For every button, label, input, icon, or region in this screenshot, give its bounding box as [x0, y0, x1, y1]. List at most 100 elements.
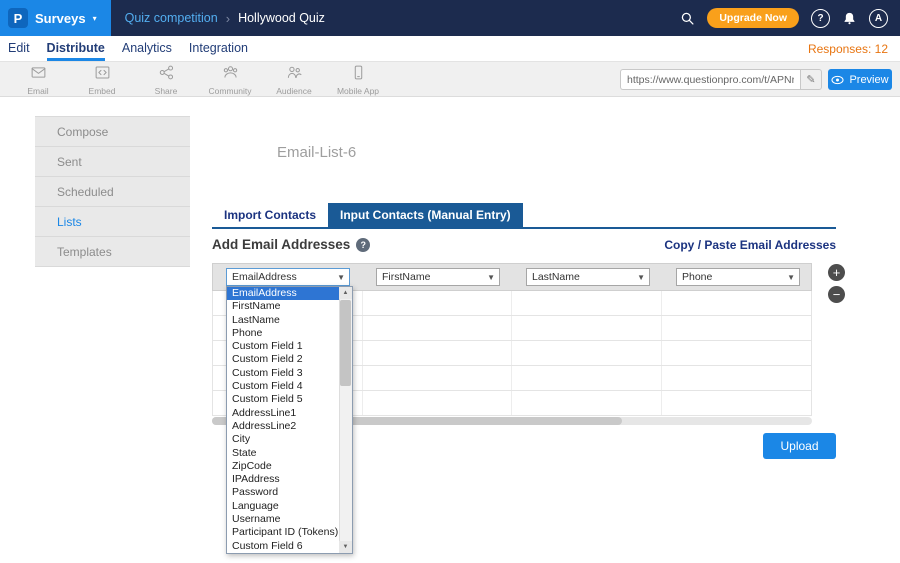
tab-import-contacts[interactable]: Import Contacts — [212, 203, 328, 227]
chevron-down-icon: ▾ — [93, 14, 97, 23]
table-cell[interactable] — [512, 316, 662, 340]
dropdown-option[interactable]: Custom Field 2 — [227, 353, 339, 366]
breadcrumb-parent[interactable]: Quiz competition — [125, 11, 218, 25]
logo-letter: P — [14, 11, 23, 26]
table-cell[interactable] — [512, 391, 662, 415]
sidebar-item-compose[interactable]: Compose — [35, 117, 190, 147]
mobile-app-icon — [350, 64, 367, 86]
tabs-underline — [212, 227, 836, 229]
column-select-last-name[interactable]: LastName ▼ — [526, 268, 650, 286]
scroll-down-icon[interactable]: ▼ — [339, 541, 352, 553]
page-title: Email-List-6 — [277, 144, 356, 161]
distribute-toolbar: Email Embed Share Community Audience Mob… — [0, 62, 900, 97]
dropdown-option[interactable]: FirstName — [227, 300, 339, 313]
tab-input-contacts-manual[interactable]: Input Contacts (Manual Entry) — [328, 203, 523, 227]
eye-icon — [831, 75, 844, 85]
dropdown-option[interactable]: Custom Field 5 — [227, 393, 339, 406]
dropdown-option[interactable]: Custom Field 6 — [227, 540, 339, 553]
toolbar-item-email[interactable]: Email — [6, 64, 70, 96]
sidebar-item-lists[interactable]: Lists — [35, 207, 190, 237]
upgrade-now-button[interactable]: Upgrade Now — [707, 8, 799, 28]
email-sidebar: Compose Sent Scheduled Lists Templates — [35, 116, 190, 267]
content-area: Compose Sent Scheduled Lists Templates E… — [0, 97, 900, 563]
pencil-icon: ✎ — [806, 73, 815, 86]
dropdown-option[interactable]: Password — [227, 486, 339, 499]
scrollbar-thumb[interactable] — [340, 300, 351, 386]
dropdown-option[interactable]: City — [227, 433, 339, 446]
dropdown-option[interactable]: State — [227, 447, 339, 460]
table-cell[interactable] — [363, 366, 513, 390]
column-select-value: Phone — [682, 271, 712, 283]
dropdown-option[interactable]: Custom Field 3 — [227, 367, 339, 380]
dropdown-scrollbar[interactable]: ▲ ▼ — [339, 287, 352, 553]
dropdown-option[interactable]: AddressLine1 — [227, 407, 339, 420]
edit-url-button[interactable]: ✎ — [800, 69, 822, 90]
table-cell[interactable] — [363, 316, 513, 340]
share-icon — [158, 64, 175, 86]
chevron-down-icon: ▼ — [787, 273, 795, 282]
upload-button[interactable]: Upload — [763, 433, 836, 459]
dropdown-option[interactable]: IPAddress — [227, 473, 339, 486]
notifications-bell-icon[interactable] — [842, 11, 857, 26]
table-cell[interactable] — [662, 316, 812, 340]
surveys-menu[interactable]: P Surveys ▾ — [0, 0, 111, 36]
table-cell[interactable] — [363, 391, 513, 415]
audience-icon — [286, 64, 303, 86]
sidebar-item-sent[interactable]: Sent — [35, 147, 190, 177]
sidebar-item-scheduled[interactable]: Scheduled — [35, 177, 190, 207]
search-icon[interactable] — [680, 11, 695, 26]
sidebar-item-templates[interactable]: Templates — [35, 237, 190, 267]
table-cell[interactable] — [512, 291, 662, 315]
preview-button[interactable]: Preview — [828, 69, 892, 90]
table-cell[interactable] — [363, 341, 513, 365]
dropdown-option[interactable]: Language — [227, 500, 339, 513]
toolbar-item-community[interactable]: Community — [198, 64, 262, 96]
help-icon[interactable]: ? — [356, 238, 370, 252]
toolbar-item-share[interactable]: Share — [134, 64, 198, 96]
table-cell[interactable] — [662, 291, 812, 315]
survey-url-input[interactable] — [620, 69, 800, 90]
table-cell[interactable] — [662, 391, 812, 415]
questionpro-app: P Surveys ▾ Quiz competition › Hollywood… — [0, 0, 900, 563]
table-cell[interactable] — [512, 341, 662, 365]
dropdown-option[interactable]: Username — [227, 513, 339, 526]
responses-count[interactable]: Responses: 12 — [808, 42, 888, 56]
remove-row-button[interactable]: − — [828, 286, 845, 303]
topbar: P Surveys ▾ Quiz competition › Hollywood… — [0, 0, 900, 36]
nav-tab-integration[interactable]: Integration — [189, 36, 248, 61]
preview-label: Preview — [849, 74, 888, 86]
dropdown-option[interactable]: ZipCode — [227, 460, 339, 473]
chevron-down-icon: ▼ — [637, 273, 645, 282]
user-avatar[interactable]: A — [869, 9, 888, 28]
dropdown-option[interactable]: Custom Field 4 — [227, 380, 339, 393]
help-icon[interactable]: ? — [811, 9, 830, 28]
plus-icon: + — [833, 266, 841, 279]
table-cell[interactable] — [662, 366, 812, 390]
add-row-button[interactable]: + — [828, 264, 845, 281]
toolbar-item-label: Embed — [89, 86, 116, 96]
column-select-value: LastName — [532, 271, 580, 283]
section-title: Add Email Addresses — [212, 237, 350, 252]
column-select-email-address[interactable]: EmailAddress ▼ — [226, 268, 350, 286]
dropdown-option[interactable]: AddressLine2 — [227, 420, 339, 433]
column-select-phone[interactable]: Phone ▼ — [676, 268, 800, 286]
nav-tab-edit[interactable]: Edit — [8, 36, 30, 61]
dropdown-option[interactable]: Participant ID (Tokens) — [227, 526, 339, 539]
dropdown-option[interactable]: LastName — [227, 314, 339, 327]
toolbar-item-embed[interactable]: Embed — [70, 64, 134, 96]
table-cell[interactable] — [512, 366, 662, 390]
scroll-up-icon[interactable]: ▲ — [339, 287, 352, 299]
column-select-value: FirstName — [382, 271, 430, 283]
nav-tab-distribute[interactable]: Distribute — [47, 36, 105, 61]
dropdown-option[interactable]: Phone — [227, 327, 339, 340]
table-cell[interactable] — [662, 341, 812, 365]
column-select-first-name[interactable]: FirstName ▼ — [376, 268, 500, 286]
toolbar-item-audience[interactable]: Audience — [262, 64, 326, 96]
toolbar-item-mobile-app[interactable]: Mobile App — [326, 64, 390, 96]
dropdown-option[interactable]: EmailAddress — [227, 287, 339, 300]
nav-tab-analytics[interactable]: Analytics — [122, 36, 172, 61]
dropdown-option[interactable]: Custom Field 1 — [227, 340, 339, 353]
table-cell[interactable] — [363, 291, 513, 315]
breadcrumb: Quiz competition › Hollywood Quiz — [125, 11, 325, 26]
copy-paste-link[interactable]: Copy / Paste Email Addresses — [664, 238, 836, 252]
